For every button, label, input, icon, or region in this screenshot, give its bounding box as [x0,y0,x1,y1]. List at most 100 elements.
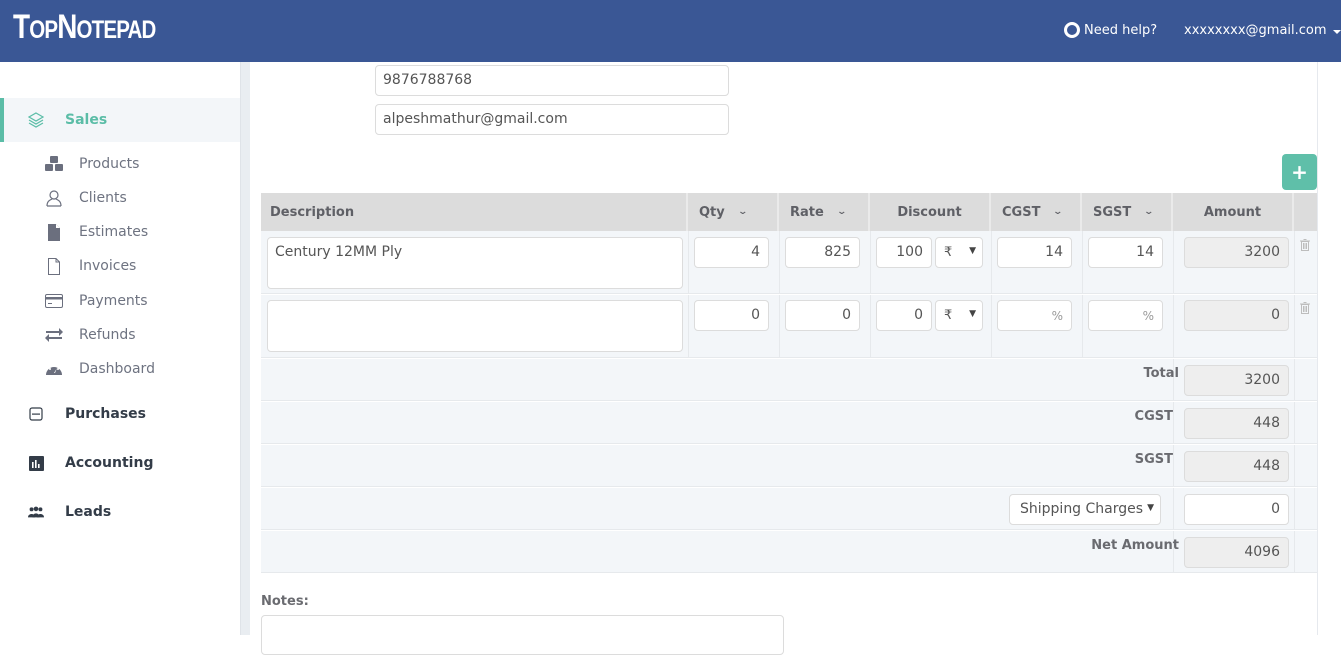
discount-type-select[interactable]: ₹ ▼ [935,237,983,268]
column-header-rate[interactable]: Rate ⌄ [779,193,870,231]
sidebar-item-accounting[interactable]: Accounting [0,441,240,485]
net-amount-label: Net Amount [1091,538,1179,553]
extra-charge-type-select[interactable]: Shipping Charges ▼ [1009,494,1161,525]
summary-row-extra-charge: Shipping Charges ▼ 0 [261,488,1317,530]
caret-down-icon: ▼ [969,309,976,319]
cell-divider [1294,295,1295,357]
discount-type-select[interactable]: ₹ ▼ [935,300,983,331]
cell-divider [991,231,992,293]
extra-charge-input[interactable]: 0 [1184,494,1289,525]
discount-type-value: ₹ [944,245,953,260]
column-header-qty[interactable]: Qty ⌄ [688,193,779,231]
rate-input[interactable]: 0 [785,300,860,331]
header-label: CGST [1002,204,1041,220]
need-help-link[interactable]: Need help? [1064,22,1157,38]
caret-down-icon [1332,29,1341,34]
cell-divider [1173,402,1174,443]
purchases-icon [28,406,44,422]
sgst-total-field: 448 [1184,451,1289,482]
user-menu[interactable]: xxxxxxxx@gmail.com [1184,23,1341,38]
sidebar-item-purchases[interactable]: Purchases [0,392,240,436]
column-header-description: Description [261,193,688,231]
exchange-icon [44,326,64,344]
lifebuoy-icon [1064,22,1080,38]
file-filled-icon [44,223,64,241]
cell-divider [688,231,689,293]
cell-divider [779,295,780,357]
sidebar-item-label: Sales [65,112,108,128]
cell-divider [688,295,689,357]
summary-row-net-amount: Net Amount 4096 [261,531,1317,573]
sidebar-item-invoices[interactable]: Invoices [0,249,240,283]
cell-divider [1173,488,1174,529]
discount-input[interactable]: 100 [876,237,932,268]
cell-divider [870,231,871,293]
cell-divider [1082,231,1083,293]
sidebar-item-clients[interactable]: Clients [0,181,240,215]
sidebar-item-estimates[interactable]: Estimates [0,215,240,249]
description-input[interactable]: Century 12MM Ply [267,237,683,289]
app-logo[interactable]: TOPNOTEPAD [13,8,156,47]
sgst-input[interactable]: 14 [1088,237,1163,268]
cell-divider [1294,231,1295,293]
sgst-input[interactable]: % [1088,300,1163,331]
header-label: Discount [897,204,962,220]
layers-icon [28,112,44,128]
sidebar-item-leads[interactable]: Leads [0,490,240,534]
sidebar-item-sales[interactable]: Sales [0,98,240,142]
cell-divider [1294,445,1295,486]
logo-letter: T [13,8,30,46]
sidebar-item-refunds[interactable]: Refunds [0,318,240,352]
logo-letters: OP [29,16,58,44]
client-email-input[interactable]: alpeshmathur@gmail.com [375,104,729,135]
cgst-input[interactable]: % [997,300,1072,331]
summary-row-cgst: CGST 448 [261,402,1317,444]
sidebar-divider [240,62,250,635]
cgst-total-field: 448 [1184,408,1289,439]
logo-letters: OTEPAD [76,16,157,44]
chevron-down-icon[interactable]: ⌄ [1144,207,1155,217]
amount-field: 0 [1184,300,1289,331]
sidebar-item-dashboard[interactable]: Dashboard [0,352,240,386]
sidebar-item-label: Payments [79,293,148,309]
total-field: 3200 [1184,365,1289,396]
vertical-scrollbar[interactable] [1317,62,1341,635]
cell-divider [1082,295,1083,357]
cell-divider [1173,231,1174,293]
table-header: Description Qty ⌄ Rate ⌄ Discount CGST ⌄ SG… [261,193,1317,231]
cell-divider [1294,488,1295,529]
chevron-down-icon[interactable]: ⌄ [737,207,748,217]
total-label: Total [1143,366,1179,381]
add-line-item-button[interactable]: + [1282,154,1317,190]
column-header-discount: Discount [870,193,991,231]
sidebar-item-label: Clients [79,190,127,206]
notes-textarea[interactable] [261,615,784,655]
users-icon [28,504,44,520]
qty-input[interactable]: 4 [694,237,769,268]
description-input[interactable] [267,300,683,352]
sidebar-item-payments[interactable]: Payments [0,284,240,318]
chevron-down-icon[interactable]: ⌄ [836,207,847,217]
cgst-input[interactable]: 14 [997,237,1072,268]
summary-row-total: Total 3200 [261,359,1317,401]
cell-divider [1294,531,1295,572]
net-amount-field: 4096 [1184,537,1289,568]
sidebar-item-label: Products [79,156,140,172]
sidebar-item-label: Accounting [65,455,154,471]
chevron-down-icon[interactable]: ⌄ [1053,207,1064,217]
client-phone-input[interactable]: 9876788768 [375,65,729,96]
qty-input[interactable]: 0 [694,300,769,331]
extra-charge-type-value: Shipping Charges [1020,501,1144,517]
top-navbar: TOPNOTEPAD Need help? xxxxxxxx@gmail.com [0,0,1341,62]
discount-input[interactable]: 0 [876,300,932,331]
credit-card-icon [44,292,64,310]
delete-row-icon[interactable] [1300,302,1310,314]
delete-row-icon[interactable] [1300,239,1310,251]
sgst-total-label: SGST [1134,452,1173,467]
rate-input[interactable]: 825 [785,237,860,268]
header-label: Qty [699,204,725,220]
sidebar-item-products[interactable]: Products [0,147,240,181]
user-email: xxxxxxxx@gmail.com [1184,23,1327,38]
column-header-sgst[interactable]: SGST ⌄ [1082,193,1173,231]
column-header-cgst[interactable]: CGST ⌄ [991,193,1082,231]
